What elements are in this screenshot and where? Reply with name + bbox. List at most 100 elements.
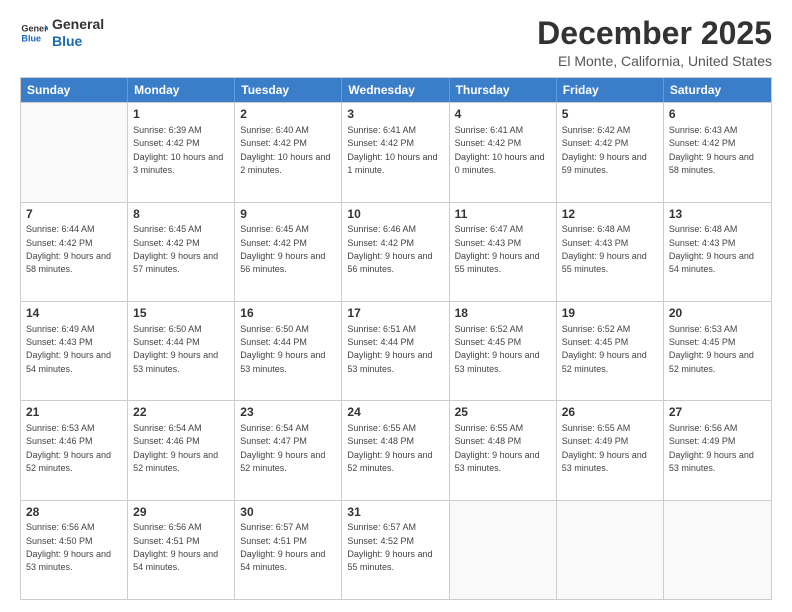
cal-cell-1-1: 8Sunrise: 6:45 AMSunset: 4:42 PMDaylight… — [128, 203, 235, 301]
day-number: 17 — [347, 305, 443, 322]
day-number: 12 — [562, 206, 658, 223]
day-number: 21 — [26, 404, 122, 421]
day-number: 22 — [133, 404, 229, 421]
day-number: 20 — [669, 305, 766, 322]
header: General Blue General Blue December 2025 … — [20, 16, 772, 69]
cell-info: Sunrise: 6:39 AMSunset: 4:42 PMDaylight:… — [133, 125, 223, 175]
header-wednesday: Wednesday — [342, 78, 449, 102]
cell-info: Sunrise: 6:50 AMSunset: 4:44 PMDaylight:… — [240, 324, 325, 374]
cal-cell-0-3: 3 Sunrise: 6:41 AMSunset: 4:42 PMDaylight… — [342, 103, 449, 201]
cal-cell-1-5: 12Sunrise: 6:48 AMSunset: 4:43 PMDayligh… — [557, 203, 664, 301]
day-number: 27 — [669, 404, 766, 421]
cal-cell-0-6: 6 Sunrise: 6:43 AMSunset: 4:42 PMDaylight… — [664, 103, 771, 201]
cal-cell-2-4: 18Sunrise: 6:52 AMSunset: 4:45 PMDayligh… — [450, 302, 557, 400]
header-sunday: Sunday — [21, 78, 128, 102]
cal-cell-1-2: 9Sunrise: 6:45 AMSunset: 4:42 PMDaylight… — [235, 203, 342, 301]
cell-info: Sunrise: 6:41 AMSunset: 4:42 PMDaylight:… — [455, 125, 545, 175]
day-number: 5 — [562, 106, 658, 123]
cell-info: Sunrise: 6:42 AMSunset: 4:42 PMDaylight:… — [562, 125, 647, 175]
day-number: 10 — [347, 206, 443, 223]
day-number: 14 — [26, 305, 122, 322]
cal-cell-2-2: 16 Sunrise: 6:50 AMSunset: 4:44 PMDayligh… — [235, 302, 342, 400]
cell-info: Sunrise: 6:54 AMSunset: 4:46 PMDaylight:… — [133, 423, 218, 473]
day-number: 13 — [669, 206, 766, 223]
day-number: 29 — [133, 504, 229, 521]
cal-cell-2-3: 17 Sunrise: 6:51 AMSunset: 4:44 PMDayligh… — [342, 302, 449, 400]
day-number: 25 — [455, 404, 551, 421]
cell-info: Sunrise: 6:54 AMSunset: 4:47 PMDaylight:… — [240, 423, 325, 473]
week-row-2: 14 Sunrise: 6:49 AMSunset: 4:43 PMDayligh… — [21, 301, 771, 400]
header-friday: Friday — [557, 78, 664, 102]
day-number: 26 — [562, 404, 658, 421]
calendar-header: Sunday Monday Tuesday Wednesday Thursday… — [21, 78, 771, 102]
cal-cell-1-6: 13Sunrise: 6:48 AMSunset: 4:43 PMDayligh… — [664, 203, 771, 301]
week-row-1: 7Sunrise: 6:44 AMSunset: 4:42 PMDaylight… — [21, 202, 771, 301]
day-number: 8 — [133, 206, 229, 223]
cal-cell-3-4: 25 Sunrise: 6:55 AMSunset: 4:48 PMDayligh… — [450, 401, 557, 499]
cell-info: Sunrise: 6:56 AMSunset: 4:51 PMDaylight:… — [133, 522, 218, 572]
cal-cell-0-4: 4Sunrise: 6:41 AMSunset: 4:42 PMDaylight… — [450, 103, 557, 201]
calendar-subtitle: El Monte, California, United States — [537, 53, 772, 69]
cal-cell-0-2: 2Sunrise: 6:40 AMSunset: 4:42 PMDaylight… — [235, 103, 342, 201]
cal-cell-1-3: 10Sunrise: 6:46 AMSunset: 4:42 PMDayligh… — [342, 203, 449, 301]
cal-cell-3-1: 22 Sunrise: 6:54 AMSunset: 4:46 PMDayligh… — [128, 401, 235, 499]
calendar-body: 1 Sunrise: 6:39 AMSunset: 4:42 PMDaylight… — [21, 102, 771, 599]
logo-blue: Blue — [52, 33, 104, 50]
title-block: December 2025 El Monte, California, Unit… — [537, 16, 772, 69]
day-number: 3 — [347, 106, 443, 123]
cell-info: Sunrise: 6:43 AMSunset: 4:42 PMDaylight:… — [669, 125, 754, 175]
cell-info: Sunrise: 6:49 AMSunset: 4:43 PMDaylight:… — [26, 324, 111, 374]
cal-cell-3-2: 23 Sunrise: 6:54 AMSunset: 4:47 PMDayligh… — [235, 401, 342, 499]
cell-info: Sunrise: 6:40 AMSunset: 4:42 PMDaylight:… — [240, 125, 330, 175]
cell-info: Sunrise: 6:56 AMSunset: 4:50 PMDaylight:… — [26, 522, 111, 572]
cell-info: Sunrise: 6:46 AMSunset: 4:42 PMDaylight:… — [347, 224, 432, 274]
day-number: 24 — [347, 404, 443, 421]
cal-cell-4-5 — [557, 501, 664, 599]
cell-info: Sunrise: 6:50 AMSunset: 4:44 PMDaylight:… — [133, 324, 218, 374]
cell-info: Sunrise: 6:57 AMSunset: 4:51 PMDaylight:… — [240, 522, 325, 572]
cal-cell-3-0: 21 Sunrise: 6:53 AMSunset: 4:46 PMDayligh… — [21, 401, 128, 499]
day-number: 16 — [240, 305, 336, 322]
cal-cell-1-0: 7Sunrise: 6:44 AMSunset: 4:42 PMDaylight… — [21, 203, 128, 301]
cal-cell-0-5: 5 Sunrise: 6:42 AMSunset: 4:42 PMDaylight… — [557, 103, 664, 201]
cell-info: Sunrise: 6:57 AMSunset: 4:52 PMDaylight:… — [347, 522, 432, 572]
header-saturday: Saturday — [664, 78, 771, 102]
cell-info: Sunrise: 6:48 AMSunset: 4:43 PMDaylight:… — [562, 224, 647, 274]
svg-text:General: General — [21, 23, 48, 33]
cell-info: Sunrise: 6:45 AMSunset: 4:42 PMDaylight:… — [240, 224, 325, 274]
header-tuesday: Tuesday — [235, 78, 342, 102]
week-row-0: 1 Sunrise: 6:39 AMSunset: 4:42 PMDaylight… — [21, 102, 771, 201]
cell-info: Sunrise: 6:55 AMSunset: 4:48 PMDaylight:… — [455, 423, 540, 473]
cell-info: Sunrise: 6:51 AMSunset: 4:44 PMDaylight:… — [347, 324, 432, 374]
day-number: 9 — [240, 206, 336, 223]
svg-text:Blue: Blue — [21, 33, 41, 43]
day-number: 19 — [562, 305, 658, 322]
cal-cell-2-1: 15 Sunrise: 6:50 AMSunset: 4:44 PMDayligh… — [128, 302, 235, 400]
day-number: 23 — [240, 404, 336, 421]
cal-cell-1-4: 11Sunrise: 6:47 AMSunset: 4:43 PMDayligh… — [450, 203, 557, 301]
logo-icon: General Blue — [20, 19, 48, 47]
cal-cell-4-6 — [664, 501, 771, 599]
day-number: 30 — [240, 504, 336, 521]
day-number: 6 — [669, 106, 766, 123]
day-number: 1 — [133, 106, 229, 123]
cal-cell-4-1: 29Sunrise: 6:56 AMSunset: 4:51 PMDayligh… — [128, 501, 235, 599]
cell-info: Sunrise: 6:55 AMSunset: 4:48 PMDaylight:… — [347, 423, 432, 473]
cell-info: Sunrise: 6:53 AMSunset: 4:46 PMDaylight:… — [26, 423, 111, 473]
calendar: Sunday Monday Tuesday Wednesday Thursday… — [20, 77, 772, 600]
cal-cell-3-5: 26 Sunrise: 6:55 AMSunset: 4:49 PMDayligh… — [557, 401, 664, 499]
cell-info: Sunrise: 6:41 AMSunset: 4:42 PMDaylight:… — [347, 125, 437, 175]
cell-info: Sunrise: 6:52 AMSunset: 4:45 PMDaylight:… — [455, 324, 540, 374]
header-monday: Monday — [128, 78, 235, 102]
cal-cell-4-3: 31Sunrise: 6:57 AMSunset: 4:52 PMDayligh… — [342, 501, 449, 599]
cal-cell-2-0: 14 Sunrise: 6:49 AMSunset: 4:43 PMDayligh… — [21, 302, 128, 400]
cell-info: Sunrise: 6:55 AMSunset: 4:49 PMDaylight:… — [562, 423, 647, 473]
cell-info: Sunrise: 6:56 AMSunset: 4:49 PMDaylight:… — [669, 423, 754, 473]
logo: General Blue General Blue — [20, 16, 104, 50]
calendar-title: December 2025 — [537, 16, 772, 51]
cal-cell-0-1: 1 Sunrise: 6:39 AMSunset: 4:42 PMDaylight… — [128, 103, 235, 201]
cal-cell-2-5: 19Sunrise: 6:52 AMSunset: 4:45 PMDayligh… — [557, 302, 664, 400]
day-number: 15 — [133, 305, 229, 322]
cal-cell-4-4 — [450, 501, 557, 599]
day-number: 28 — [26, 504, 122, 521]
